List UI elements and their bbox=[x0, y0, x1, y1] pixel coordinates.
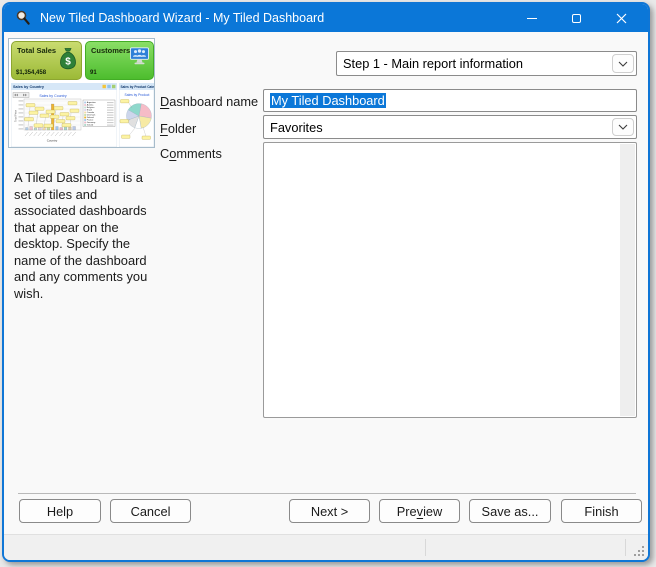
x-axis-label: Country bbox=[47, 139, 58, 143]
wizard-window: New Tiled Dashboard Wizard - My Tiled Da… bbox=[2, 2, 650, 562]
step-selector-dropdown-button[interactable] bbox=[612, 54, 634, 73]
status-bar-divider bbox=[425, 539, 426, 556]
folder-label: Folder bbox=[160, 121, 196, 136]
folder-dropdown-button[interactable] bbox=[612, 118, 634, 136]
resize-grip[interactable] bbox=[634, 546, 644, 556]
tile-label: Total Sales bbox=[17, 46, 56, 55]
close-icon bbox=[616, 13, 627, 24]
money-bag-icon: $ bbox=[58, 47, 78, 70]
preview-button[interactable]: Preview bbox=[379, 499, 460, 523]
pie-slices bbox=[126, 103, 151, 128]
status-bar-divider bbox=[625, 539, 626, 556]
magnifier-app-icon bbox=[15, 10, 31, 26]
sales-by-country-bar-chart: Sales by Country Sales by Country bbox=[11, 83, 117, 147]
status-bar bbox=[4, 534, 648, 560]
sales-by-product-pie-chart: Sales by Product Category Sales by Produ… bbox=[119, 83, 154, 147]
svg-text:$: $ bbox=[65, 57, 71, 68]
maximize-icon bbox=[572, 14, 581, 23]
step-selector-value: Step 1 - Main report information bbox=[343, 56, 523, 71]
finish-button[interactable]: Finish bbox=[561, 499, 642, 523]
panel-header: Sales by Country bbox=[13, 85, 45, 89]
panel-toolbar-icon[interactable] bbox=[107, 85, 110, 88]
comments-textarea[interactable] bbox=[263, 142, 637, 418]
preview-tile-total-sales: Total Sales $ $1,354,458 bbox=[11, 41, 82, 80]
step-selector[interactable]: Step 1 - Main report information bbox=[336, 51, 637, 76]
caption-buttons bbox=[509, 4, 644, 32]
save-as-button[interactable]: Save as... bbox=[469, 499, 551, 523]
folder-value: Favorites bbox=[270, 120, 323, 135]
chart-title: Sales by Product bbox=[125, 93, 150, 97]
preview-tile-customers: Customers 91 bbox=[85, 41, 154, 80]
titlebar: New Tiled Dashboard Wizard - My Tiled Da… bbox=[4, 4, 648, 32]
monitor-users-icon bbox=[129, 47, 150, 65]
dashboard-name-input[interactable]: My Tiled Dashboard bbox=[263, 89, 637, 112]
svg-text:Ireland: Ireland bbox=[87, 124, 94, 127]
wizard-description: A Tiled Dashboard is a set of tiles and … bbox=[14, 170, 158, 302]
maximize-button[interactable] bbox=[554, 4, 599, 32]
comments-scrollbar[interactable] bbox=[620, 144, 635, 416]
chart-legend: Argentina Austria Belgium Brazil Canada … bbox=[83, 100, 115, 127]
dashboard-preview-thumbnail: Total Sales $ $1,354,458 Customers 91 bbox=[8, 38, 155, 148]
window-title: New Tiled Dashboard Wizard - My Tiled Da… bbox=[40, 11, 324, 25]
cancel-button[interactable]: Cancel bbox=[110, 499, 191, 523]
chevron-down-icon bbox=[618, 61, 628, 67]
minimize-icon bbox=[527, 18, 537, 19]
help-button[interactable]: Help bbox=[19, 499, 101, 523]
folder-select[interactable]: Favorites bbox=[263, 115, 637, 139]
dashboard-name-value: My Tiled Dashboard bbox=[270, 93, 386, 108]
next-button[interactable]: Next > bbox=[289, 499, 370, 523]
dashboard-name-label: Dashboard name bbox=[160, 94, 258, 109]
tile-label: Customers bbox=[91, 46, 130, 55]
panel-header: Sales by Product Category bbox=[121, 85, 155, 89]
panel-toolbar-icon[interactable] bbox=[103, 85, 106, 88]
close-button[interactable] bbox=[599, 4, 644, 32]
pager-control[interactable] bbox=[13, 93, 29, 98]
y-axis-label: Total Price bbox=[14, 109, 18, 122]
tile-value: $1,354,458 bbox=[16, 70, 46, 76]
chevron-down-icon bbox=[618, 124, 628, 130]
panel-toolbar-icon[interactable] bbox=[112, 85, 115, 88]
comments-label: Comments bbox=[160, 146, 222, 161]
tile-value: 91 bbox=[90, 70, 97, 76]
chart-title: Sales by Country bbox=[39, 94, 67, 98]
button-separator bbox=[18, 493, 636, 494]
minimize-button[interactable] bbox=[509, 4, 554, 32]
